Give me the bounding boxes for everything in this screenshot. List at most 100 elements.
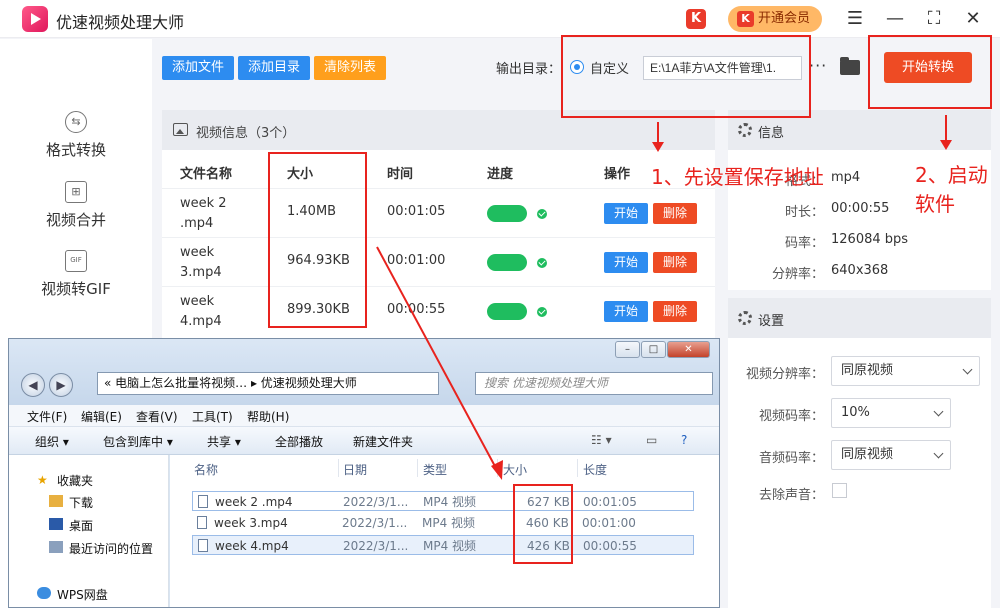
start-button[interactable]: 开始 <box>604 301 648 322</box>
column-divider <box>577 459 578 477</box>
video-resolution-select[interactable]: 同原视频 <box>831 356 980 386</box>
vip-k-icon[interactable]: K <box>686 9 706 29</box>
file-row-date: 2022/3/1... <box>343 495 409 509</box>
explorer-close-icon[interactable]: ✕ <box>667 341 710 358</box>
clear-list-button[interactable]: 清除列表 <box>314 56 386 80</box>
nav-recent[interactable]: 最近访问的位置 <box>69 540 153 557</box>
app-logo-icon <box>22 6 48 32</box>
column-size[interactable]: 大小 <box>503 461 527 478</box>
explorer-maximize-icon[interactable]: □ <box>641 341 666 358</box>
address-bar[interactable]: « 电脑上怎么批量将视频… ▸ 优速视频处理大师 <box>97 372 439 395</box>
more-icon[interactable]: ··· <box>809 56 827 75</box>
file-row-name: week 4.mp4 <box>215 539 289 553</box>
play-all-button[interactable]: 全部播放 <box>275 433 323 450</box>
back-icon[interactable]: ◀ <box>21 373 45 397</box>
file-row-name: week 2 .mp4 <box>215 495 293 509</box>
duration-label: 时长： <box>784 205 824 220</box>
chevron-down-icon <box>962 364 973 375</box>
file-time: 00:00:55 <box>387 302 446 317</box>
start-button[interactable]: 开始 <box>604 203 648 224</box>
check-icon <box>537 209 547 219</box>
maximize-icon[interactable]: ⛶ <box>921 6 947 32</box>
menu-edit[interactable]: 编辑(E) <box>81 408 122 425</box>
start-button[interactable]: 开始 <box>604 252 648 273</box>
explorer-minimize-icon[interactable]: – <box>615 341 640 358</box>
new-folder-button[interactable]: 新建文件夹 <box>353 433 413 450</box>
table-row[interactable]: week 2 .mp4 1.40MB 00:01:05 开始 删除 <box>162 188 715 236</box>
file-row[interactable]: week 3.mp4 2022/3/1... MP4 视频 460 KB 00:… <box>192 513 694 533</box>
menu-help[interactable]: 帮助(H) <box>247 408 289 425</box>
help-icon[interactable]: ? <box>681 433 687 447</box>
share-button[interactable]: 共享 ▾ <box>207 433 241 450</box>
file-row[interactable]: week 4.mp4 2022/3/1... MP4 视频 426 KB 00:… <box>192 535 694 555</box>
explorer-menubar: 文件(F) 编辑(E) 查看(V) 工具(T) 帮助(H) <box>9 405 719 427</box>
resolution-label: 分辨率： <box>771 267 824 282</box>
table-row[interactable]: week 3.mp4 964.93KB 00:01:00 开始 删除 <box>162 237 715 285</box>
table-row[interactable]: week 4.mp4 899.30KB 00:00:55 开始 删除 <box>162 286 715 334</box>
add-file-button[interactable]: 添加文件 <box>162 56 234 80</box>
sidebar-item-format-convert[interactable]: ⇆ 格式转换 <box>0 111 152 160</box>
menu-file[interactable]: 文件(F) <box>27 408 67 425</box>
navigation-pane: ★ 收藏夹 下载 桌面 最近访问的位置 WPS网盘 <box>9 455 169 607</box>
column-divider <box>497 459 498 477</box>
organize-button[interactable]: 组织 ▾ <box>35 433 69 450</box>
audio-bitrate-select[interactable]: 同原视频 <box>831 440 951 470</box>
file-row-type: MP4 视频 <box>423 495 477 509</box>
column-type[interactable]: 类型 <box>423 461 447 478</box>
file-time: 00:01:05 <box>387 204 446 219</box>
add-directory-button[interactable]: 添加目录 <box>238 56 310 80</box>
vip-k-badge-icon: K <box>737 11 754 27</box>
annotation-box-output <box>561 35 811 118</box>
search-input[interactable]: 搜索 优速视频处理大师 <box>475 372 713 395</box>
nav-wps-cloud[interactable]: WPS网盘 <box>57 586 108 603</box>
nav-downloads[interactable]: 下载 <box>69 494 93 511</box>
bitrate-value: 126084 bps <box>831 232 909 247</box>
nav-desktop[interactable]: 桌面 <box>69 517 93 534</box>
settings-title: 设置 <box>758 314 785 329</box>
check-icon <box>537 307 547 317</box>
menu-tools[interactable]: 工具(T) <box>192 408 233 425</box>
nav-favorites[interactable]: 收藏夹 <box>57 472 93 489</box>
menu-icon[interactable]: ☰ <box>842 6 868 32</box>
minimize-icon[interactable]: — <box>882 6 908 32</box>
app-title: 优速视频处理大师 <box>56 13 185 32</box>
duration-value: 00:00:55 <box>831 201 890 216</box>
delete-button[interactable]: 删除 <box>653 203 697 224</box>
delete-button[interactable]: 删除 <box>653 301 697 322</box>
column-name[interactable]: 名称 <box>194 461 218 478</box>
chevron-down-icon <box>933 448 944 459</box>
bitrate-label: 码率： <box>784 236 824 251</box>
annotation-step2-line2: 软件 <box>915 192 955 216</box>
video-resolution-label: 视频分辨率： <box>745 367 824 382</box>
mute-checkbox[interactable] <box>832 483 847 498</box>
video-bitrate-label: 视频码率： <box>758 409 824 424</box>
folder-icon[interactable] <box>840 57 860 75</box>
progress-bar <box>487 205 527 222</box>
column-length[interactable]: 长度 <box>583 461 607 478</box>
file-row-type: MP4 视频 <box>423 539 477 553</box>
settings-header: 设置 <box>728 298 991 338</box>
include-library-button[interactable]: 包含到库中 ▾ <box>103 433 173 450</box>
file-explorer-window: – □ ✕ ◀ ▶ « 电脑上怎么批量将视频… ▸ 优速视频处理大师 搜索 优速… <box>8 338 720 608</box>
explorer-commandbar: 组织 ▾ 包含到库中 ▾ 共享 ▾ 全部播放 新建文件夹 ☷ ▾ ▭ ? <box>9 427 719 455</box>
preview-pane-icon[interactable]: ▭ <box>646 433 657 447</box>
sidebar-item-label: 视频合并 <box>45 211 106 229</box>
explorer-titlebar: – □ ✕ ◀ ▶ « 电脑上怎么批量将视频… ▸ 优速视频处理大师 搜索 优速… <box>9 339 719 405</box>
audio-bitrate-label: 音频码率： <box>758 451 824 466</box>
sidebar-item-video-merge[interactable]: ⊞ 视频合并 <box>0 181 152 230</box>
delete-button[interactable]: 删除 <box>653 252 697 273</box>
close-icon[interactable]: ✕ <box>960 6 986 32</box>
info-title: 信息 <box>758 126 785 141</box>
column-date[interactable]: 日期 <box>343 461 367 478</box>
sidebar-item-video-to-gif[interactable]: GIF 视频转GIF <box>0 250 152 299</box>
audio-bitrate-value: 同原视频 <box>841 447 894 462</box>
view-options-icon[interactable]: ☷ ▾ <box>591 433 612 447</box>
menu-view[interactable]: 查看(V) <box>136 408 178 425</box>
annotation-box-size <box>268 152 367 328</box>
video-bitrate-select[interactable]: 10% <box>831 398 951 428</box>
vip-button[interactable]: K 开通会员 <box>728 6 822 32</box>
forward-icon[interactable]: ▶ <box>49 373 73 397</box>
file-row-length: 00:00:55 <box>583 539 637 553</box>
resolution-value: 640x368 <box>831 263 889 278</box>
file-row[interactable]: week 2 .mp4 2022/3/1... MP4 视频 627 KB 00… <box>192 491 694 511</box>
